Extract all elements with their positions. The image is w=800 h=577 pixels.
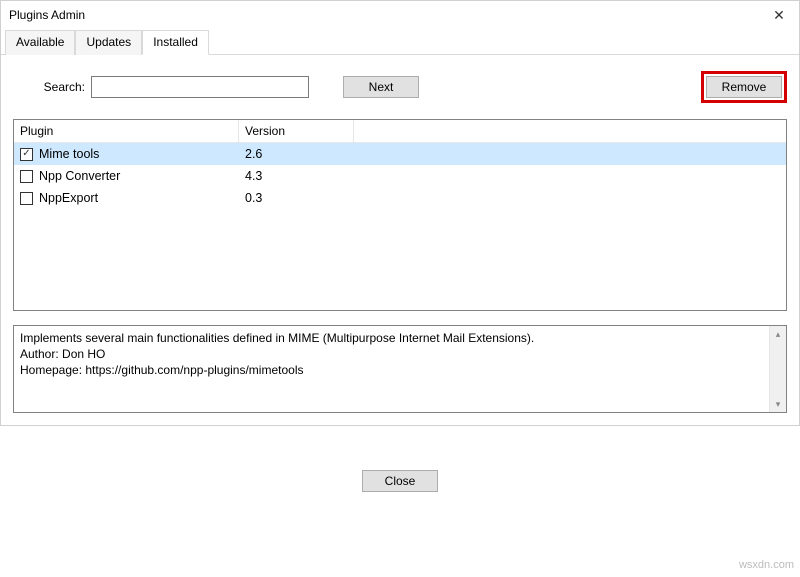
- plugin-description: Implements several main functionalities …: [13, 325, 787, 413]
- close-icon: ✕: [773, 7, 785, 24]
- window-close-button[interactable]: ✕: [759, 1, 799, 29]
- chevron-up-icon[interactable]: ▴: [776, 326, 781, 342]
- tab-installed[interactable]: Installed: [142, 30, 209, 55]
- plugin-name: Npp Converter: [39, 169, 120, 183]
- plugin-name: NppExport: [39, 191, 98, 205]
- column-header-version[interactable]: Version: [239, 120, 354, 142]
- list-row[interactable]: ✓ Mime tools 2.6: [14, 143, 786, 165]
- checkbox-icon[interactable]: [20, 192, 33, 205]
- plugins-admin-window: Plugins Admin ✕ Available Updates Instal…: [0, 0, 800, 426]
- remove-button[interactable]: Remove: [706, 76, 782, 98]
- column-header-plugin[interactable]: Plugin: [14, 120, 239, 142]
- description-scrollbar[interactable]: ▴ ▾: [769, 326, 786, 412]
- dialog-footer: Close: [0, 470, 800, 502]
- checkbox-icon[interactable]: [20, 170, 33, 183]
- checkbox-icon[interactable]: ✓: [20, 148, 33, 161]
- close-button[interactable]: Close: [362, 470, 438, 492]
- list-row[interactable]: NppExport 0.3: [14, 187, 786, 209]
- list-row[interactable]: Npp Converter 4.3: [14, 165, 786, 187]
- window-title: Plugins Admin: [9, 8, 85, 22]
- plugins-list[interactable]: Plugin Version ✓ Mime tools 2.6 Npp Conv…: [13, 119, 787, 311]
- tab-updates[interactable]: Updates: [75, 30, 142, 55]
- plugin-version: 4.3: [239, 165, 354, 187]
- next-button[interactable]: Next: [343, 76, 419, 98]
- plugin-version: 0.3: [239, 187, 354, 209]
- search-row: Search: Next Remove: [13, 71, 787, 103]
- tabs: Available Updates Installed: [1, 29, 799, 55]
- plugin-version: 2.6: [239, 143, 354, 165]
- titlebar: Plugins Admin ✕: [1, 1, 799, 29]
- search-label: Search:: [13, 80, 91, 94]
- description-line: Implements several main functionalities …: [20, 330, 780, 346]
- plugins-list-header: Plugin Version: [14, 120, 786, 143]
- plugin-name: Mime tools: [39, 147, 99, 161]
- remove-highlight: Remove: [701, 71, 787, 103]
- tab-panel-installed: Search: Next Remove Plugin Version ✓ Mim…: [1, 55, 799, 425]
- description-line: Homepage: https://github.com/npp-plugins…: [20, 362, 780, 378]
- description-line: Author: Don HO: [20, 346, 780, 362]
- watermark: wsxdn.com: [739, 559, 794, 571]
- tab-available[interactable]: Available: [5, 30, 75, 55]
- chevron-down-icon[interactable]: ▾: [776, 396, 781, 412]
- search-input[interactable]: [91, 76, 309, 98]
